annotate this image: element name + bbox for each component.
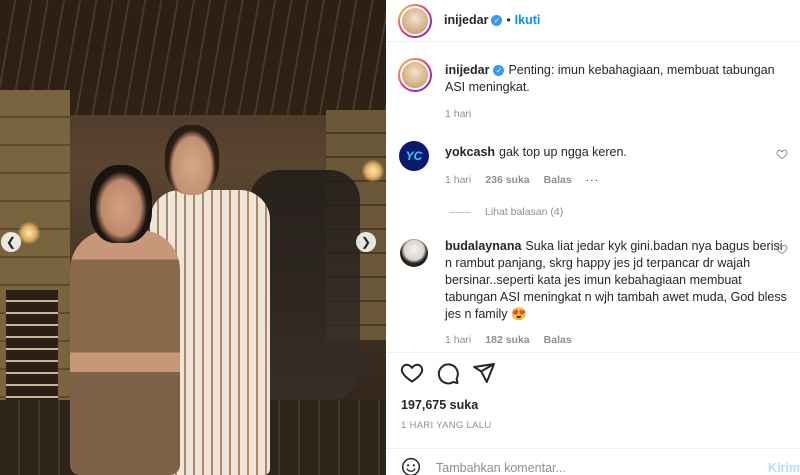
photo-woman [70,230,180,475]
photo-lamp [18,222,40,244]
caption: inijedar ✓ Penting: imun kebahagiaan, memb… [445,62,790,96]
comment-body: gak top up ngga keren. [499,145,627,159]
add-comment-bar: Tambahkan komentar... Kirim [386,448,800,475]
chevron-left-icon[interactable]: ❮ [1,232,21,252]
header-username[interactable]: inijedar [444,13,488,27]
post-side-panel: inijedar ✓ • Ikuti inijedar ✓ Penting: imun k… [386,0,800,475]
avatar[interactable] [398,4,432,38]
header-user-line: inijedar ✓ • Ikuti [444,13,540,27]
heart-icon[interactable] [776,148,788,160]
comment-time[interactable]: 1 hari [445,334,471,346]
send-icon[interactable] [472,361,496,385]
caption-username[interactable]: inijedar [445,63,489,77]
divider [449,211,471,213]
action-bar [386,352,800,392]
photo-man-head [165,125,219,195]
reply-button[interactable]: Balas [544,174,572,186]
comment-text: yokcash gak top up ngga keren. [445,144,790,161]
post-header: inijedar ✓ • Ikuti [386,0,800,42]
comment-input[interactable]: Tambahkan komentar... [436,461,566,475]
verified-icon: ✓ [493,65,505,77]
chevron-right-icon[interactable]: ❯ [356,232,376,252]
heart-icon[interactable] [776,243,788,255]
post-comment-button[interactable]: Kirim [768,461,800,475]
comment-icon[interactable] [436,361,460,385]
comment-meta: 1 hari 182 suka Balas [445,334,586,346]
comments-list: inijedar ✓ Penting: imun kebahagiaan, memb… [386,42,800,348]
comment-likes[interactable]: 236 suka [485,174,529,186]
avatar[interactable]: YC [399,141,429,171]
follow-button[interactable]: Ikuti [515,13,541,27]
comment-text: budalaynana Suka liat jedar kyk gini.bada… [445,238,790,323]
comment-username[interactable]: yokcash [445,145,495,159]
reply-button[interactable]: Balas [544,334,572,346]
avatar[interactable] [398,58,432,92]
post-date[interactable]: 1 HARI YANG LALU [401,420,492,431]
heart-icon[interactable] [400,361,424,385]
post-photo[interactable]: ❮ ❯ [0,0,386,475]
verified-icon: ✓ [491,15,503,27]
instagram-post-modal: ❮ ❯ inijedar ✓ • Ikuti inijedar ✓ Penting: im… [0,0,800,475]
comment-meta: 1 hari 236 suka Balas ··· [445,174,613,186]
view-replies-button[interactable]: Lihat balasan (4) [449,206,563,218]
separator: • [506,13,511,27]
comment-username[interactable]: budalaynana [445,239,521,253]
comment-more-button[interactable]: ··· [586,174,600,186]
likes-count[interactable]: 197,675 suka [401,398,478,412]
caption-meta: 1 hari [445,108,485,120]
caption-time[interactable]: 1 hari [445,108,471,120]
avatar[interactable] [400,239,428,267]
comment-time[interactable]: 1 hari [445,174,471,186]
comment-likes[interactable]: 182 suka [485,334,529,346]
photo-lamp [362,160,384,182]
view-replies-label: Lihat balasan (4) [485,206,564,218]
photo-woman-head [90,165,152,243]
smiley-icon[interactable] [401,457,421,475]
